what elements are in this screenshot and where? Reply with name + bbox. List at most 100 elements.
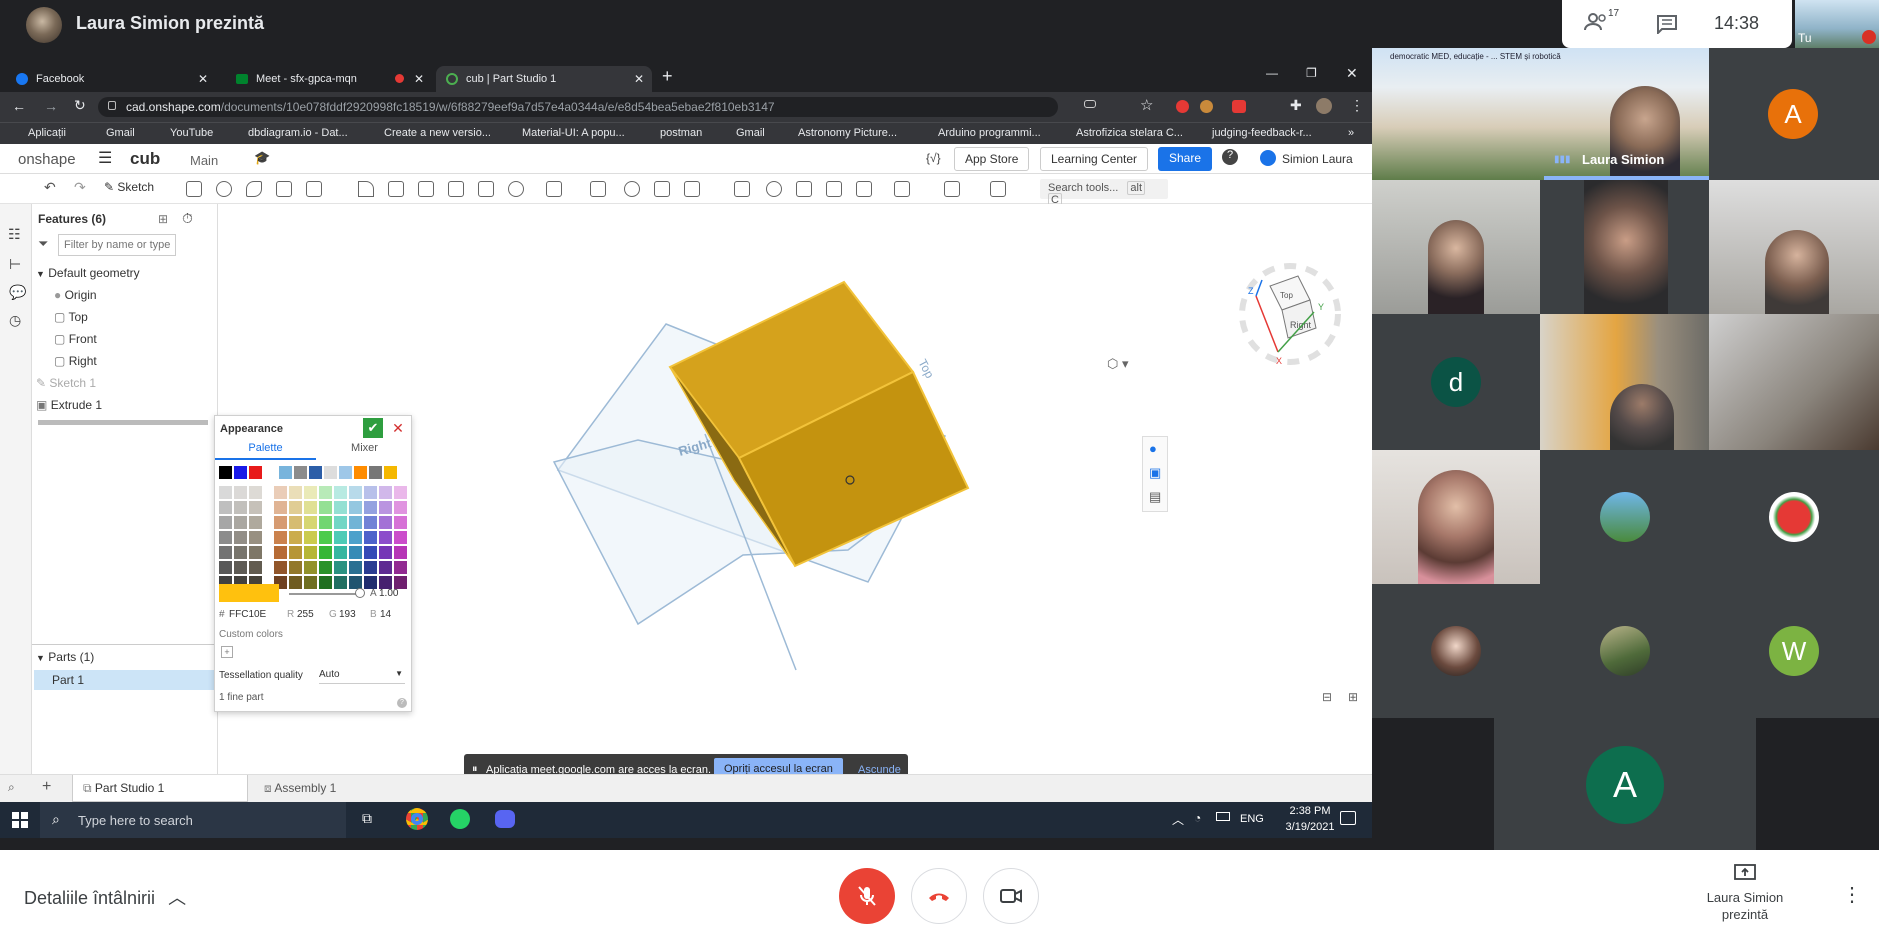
network-icon[interactable]: ◔ bbox=[1194, 811, 1201, 825]
present-button[interactable]: Laura Simion prezintă bbox=[1690, 864, 1800, 923]
bookmarks-more[interactable]: » bbox=[1348, 127, 1354, 139]
split-icon[interactable] bbox=[654, 181, 670, 197]
profile-avatar[interactable] bbox=[1316, 98, 1332, 114]
color-swatch[interactable] bbox=[364, 501, 377, 514]
color-swatch[interactable] bbox=[274, 531, 287, 544]
color-swatch[interactable] bbox=[324, 466, 337, 479]
color-swatch[interactable] bbox=[364, 561, 377, 574]
plane-icon[interactable] bbox=[894, 181, 910, 197]
color-swatch[interactable] bbox=[394, 486, 407, 499]
modify-fillet-icon[interactable] bbox=[766, 181, 782, 197]
b-value[interactable]: 14 bbox=[380, 609, 391, 620]
color-swatch[interactable] bbox=[379, 501, 392, 514]
bookmark-gmail[interactable]: Gmail bbox=[106, 127, 135, 139]
color-swatch[interactable] bbox=[319, 561, 332, 574]
add-folder-icon[interactable]: ⊞ bbox=[158, 212, 168, 226]
color-swatch[interactable] bbox=[379, 561, 392, 574]
fillet-icon[interactable] bbox=[358, 181, 374, 197]
color-swatch[interactable] bbox=[379, 486, 392, 499]
tree-parts[interactable]: ▼ Parts (1) bbox=[36, 650, 94, 664]
accept-button[interactable]: ✔ bbox=[363, 418, 383, 438]
color-swatch[interactable] bbox=[394, 516, 407, 529]
color-palette[interactable] bbox=[219, 466, 409, 589]
thicken-icon[interactable] bbox=[306, 181, 322, 197]
tree-plane-front[interactable]: ▢ Front bbox=[54, 332, 97, 346]
key-icon[interactable] bbox=[1084, 100, 1096, 108]
color-swatch[interactable] bbox=[249, 466, 262, 479]
participant-tile[interactable] bbox=[1372, 450, 1540, 584]
color-swatch[interactable] bbox=[304, 576, 317, 589]
bookmark-create-version[interactable]: Create a new versio... bbox=[384, 127, 491, 139]
search-tools-field[interactable]: Search tools... alt C bbox=[1040, 179, 1168, 207]
color-swatch[interactable] bbox=[309, 466, 322, 479]
undo-icon[interactable]: ↶ bbox=[44, 179, 56, 196]
draft-icon[interactable] bbox=[418, 181, 434, 197]
puzzle-icon[interactable]: ✚ bbox=[1290, 97, 1302, 114]
participant-tile[interactable] bbox=[1540, 314, 1709, 450]
participant-tile[interactable] bbox=[1540, 450, 1709, 584]
color-swatch[interactable] bbox=[334, 576, 347, 589]
color-swatch[interactable] bbox=[304, 531, 317, 544]
back-icon[interactable]: ← bbox=[12, 98, 26, 114]
color-swatch[interactable] bbox=[334, 486, 347, 499]
hole-icon[interactable] bbox=[508, 181, 524, 197]
share-button[interactable]: Share bbox=[1158, 147, 1213, 171]
g-value[interactable]: 193 bbox=[339, 609, 356, 620]
color-swatch[interactable] bbox=[319, 486, 332, 499]
color-swatch[interactable] bbox=[334, 501, 347, 514]
extrude-icon[interactable] bbox=[186, 181, 202, 197]
color-swatch[interactable] bbox=[304, 561, 317, 574]
color-swatch[interactable] bbox=[394, 501, 407, 514]
loft-icon[interactable] bbox=[276, 181, 292, 197]
move-face-icon[interactable] bbox=[796, 181, 812, 197]
color-swatch[interactable] bbox=[349, 516, 362, 529]
color-swatch[interactable] bbox=[319, 546, 332, 559]
color-swatch[interactable] bbox=[234, 516, 247, 529]
replace-face-icon[interactable] bbox=[826, 181, 842, 197]
bookmark-youtube[interactable]: YouTube bbox=[170, 127, 213, 139]
tree-sketch1[interactable]: ✎ Sketch 1 bbox=[36, 376, 96, 390]
color-swatch[interactable] bbox=[249, 501, 262, 514]
tree-default-geometry[interactable]: ▼ Default geometry bbox=[36, 266, 140, 280]
color-swatch[interactable] bbox=[289, 516, 302, 529]
fit-view-icon[interactable]: ⊟ bbox=[1322, 690, 1332, 704]
color-swatch[interactable] bbox=[274, 501, 287, 514]
bookmark-apps[interactable]: Aplicații bbox=[28, 127, 66, 139]
offset-surface-icon[interactable] bbox=[856, 181, 872, 197]
tree-plane-right[interactable]: ▢ Right bbox=[54, 354, 97, 368]
language-indicator[interactable]: ENG bbox=[1240, 813, 1264, 825]
tab-onshape[interactable]: cub | Part Studio 1 ✕ bbox=[436, 66, 652, 92]
participant-tile[interactable] bbox=[1709, 450, 1879, 584]
view-cube[interactable]: Top Right X Y Z bbox=[1239, 263, 1341, 366]
color-swatch[interactable] bbox=[219, 486, 232, 499]
add-custom-color-button[interactable]: + bbox=[221, 646, 233, 658]
onshape-logo[interactable]: onshape bbox=[18, 151, 76, 168]
color-swatch[interactable] bbox=[354, 466, 367, 479]
participant-tile[interactable]: A bbox=[1709, 48, 1879, 180]
bookmark-astrofizica[interactable]: Astrofizica stelara C... bbox=[1076, 127, 1183, 139]
rollback-bar[interactable] bbox=[38, 420, 208, 425]
tab-facebook[interactable]: Facebook ✕ bbox=[6, 66, 216, 92]
color-swatch[interactable] bbox=[304, 486, 317, 499]
color-swatch[interactable] bbox=[319, 516, 332, 529]
close-icon[interactable]: ✕ bbox=[198, 72, 208, 86]
featurescript-icon[interactable]: {√} bbox=[926, 151, 941, 165]
color-swatch[interactable] bbox=[304, 516, 317, 529]
delete-part-icon[interactable] bbox=[734, 181, 750, 197]
text-icon[interactable] bbox=[990, 181, 1006, 197]
color-swatch[interactable] bbox=[394, 561, 407, 574]
view-options-icon[interactable]: ⬡ ▾ bbox=[1107, 356, 1129, 372]
cancel-button[interactable]: ✕ bbox=[389, 418, 407, 438]
color-swatch[interactable] bbox=[249, 486, 262, 499]
color-swatch[interactable] bbox=[384, 466, 397, 479]
color-swatch[interactable] bbox=[394, 531, 407, 544]
color-swatch[interactable] bbox=[289, 576, 302, 589]
star-icon[interactable]: ☆ bbox=[1140, 96, 1153, 114]
color-swatch[interactable] bbox=[234, 546, 247, 559]
comments-icon[interactable]: 💬 bbox=[9, 284, 26, 301]
extension-brown-icon[interactable] bbox=[1200, 100, 1213, 113]
bookmark-arduino[interactable]: Arduino programmi... bbox=[938, 127, 1041, 139]
variables-icon[interactable]: ⊢ bbox=[9, 256, 21, 273]
bookmark-postman[interactable]: postman bbox=[660, 127, 702, 139]
participant-tile[interactable] bbox=[1372, 584, 1540, 718]
